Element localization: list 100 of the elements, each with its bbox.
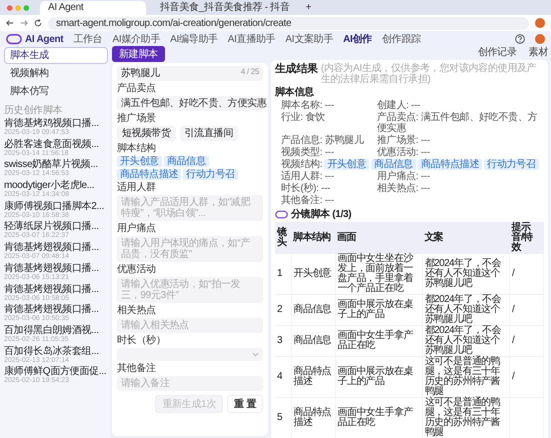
field-label: 适用人群	[117, 182, 157, 193]
table-cell: 画面中展示放在桌子上的产品	[335, 294, 422, 326]
name-field[interactable]: 苏鸭腿儿 4 / 25	[117, 66, 263, 81]
reload-icon[interactable]	[34, 19, 42, 27]
nav-tab[interactable]: 创作跟踪	[382, 34, 421, 44]
table-cell: 画面中女生手拿产品正在吃	[335, 326, 422, 356]
help-icon[interactable]	[515, 34, 525, 44]
history-title[interactable]: swisse奶酪草片视频...	[4, 159, 108, 170]
info-field: 时长(秒): ---	[275, 183, 369, 194]
scene-option[interactable]: 引流直播间	[180, 126, 238, 141]
profile-avatar[interactable]	[535, 18, 545, 28]
info-field: 视频类型: ---	[275, 147, 369, 158]
toolbar-link[interactable]: 创作记录	[478, 47, 517, 58]
structure-tag: 行动力号召	[484, 159, 539, 170]
scene-option[interactable]: 短视频带货	[117, 126, 176, 141]
new-tab-button[interactable]: +	[304, 2, 314, 13]
logo-icon	[6, 34, 22, 44]
column-header: 提示音/特效	[510, 222, 544, 254]
table-cell: 开头创意	[291, 254, 335, 294]
reset-button[interactable]: 重 置	[227, 395, 263, 413]
info-field: 用户痛点: ---	[371, 171, 544, 182]
nav-tab[interactable]: AI直播助手	[228, 34, 276, 44]
disclaimer-note: (内容为AI生成，仅供参考，您对该内容的使用及产生的法律后果需自行承担)	[320, 63, 538, 85]
table-cell: 都2024年了，不会还有人不知道这个苏鸭腿儿吧	[422, 326, 510, 356]
tag[interactable]: 满五件包邮、好吃不贵、方便实惠	[121, 98, 267, 109]
column-header: 文案	[422, 222, 510, 254]
structure-tag[interactable]: 商品特点描述	[117, 169, 182, 180]
browser-tab[interactable]: 抖音美食_抖音美食推荐 - 抖音	[152, 1, 298, 15]
forward-icon[interactable]	[20, 19, 28, 27]
table-cell: 4	[275, 356, 291, 398]
history-title[interactable]: 肯德基烤翅视频口播...	[4, 304, 108, 316]
info-field: 创建人: ---	[371, 100, 544, 111]
column-header: 画面	[335, 222, 422, 254]
info-field: 适用人群: ---	[275, 171, 369, 182]
result-title: 生成结果	[275, 63, 318, 76]
select-field[interactable]	[117, 348, 263, 361]
history-title[interactable]: moodytiger小老虎le...	[4, 180, 108, 192]
user-avatar[interactable]	[535, 34, 545, 44]
history-title[interactable]: 必胜客速食意面视频...	[4, 138, 108, 150]
table-cell: 1	[275, 254, 291, 294]
table-cell: 这可不是普通的鸭腿，这是有三十年历史的苏州特产酱鸭腿	[422, 356, 510, 398]
info-field: 产品卖点: 满五件包邮、好吃不贵、方便实惠	[371, 112, 544, 134]
sidebar-item[interactable]: 脚本生成	[4, 47, 108, 64]
toolbar-link[interactable]: 素材	[528, 47, 548, 58]
table-cell: /	[510, 326, 544, 356]
history-title[interactable]: 康师傅视频口播脚本2...	[4, 200, 108, 212]
field-label: 产品卖点	[117, 83, 157, 94]
table-cell: 画面中女生坐在沙发上，面前放着一盘产品，手里拿着一个产品正在吃	[335, 254, 422, 294]
history-title[interactable]: 肯德基烤鸡视频口播...	[4, 118, 108, 129]
storyboard-icon	[275, 210, 288, 219]
structure-tag: 开头创意	[324, 159, 370, 170]
history-title[interactable]: 肯德基烤翅视频口播...	[4, 262, 108, 274]
new-script-button[interactable]: 新建脚本	[112, 46, 165, 62]
nav-tab[interactable]: AI编导助手	[170, 34, 218, 44]
back-icon[interactable]	[6, 19, 14, 27]
field-label: 用户痛点	[117, 223, 157, 234]
history-title[interactable]: 肯德基烤翅视频口播...	[4, 284, 108, 294]
field-label: 相关热点	[117, 305, 157, 316]
nav-tab[interactable]: AI媒介助手	[112, 34, 160, 44]
sidebar-item[interactable]: 脚本仿写	[4, 83, 108, 100]
info-field: 其他备注: ---	[275, 195, 369, 206]
field-label: 时长（秒）	[117, 335, 167, 346]
table-cell: 3	[275, 326, 291, 356]
window-controls-icon[interactable]	[6, 4, 30, 12]
table-cell: 2	[275, 294, 291, 326]
info-field: 相关热点: ---	[371, 183, 544, 194]
structure-tag[interactable]: 开头创意	[117, 156, 162, 167]
structure-tag[interactable]: 商品信息	[164, 156, 209, 167]
info-field: 行业: 食饮	[275, 112, 369, 134]
history-title[interactable]: 康师傅鲜Q面方便面促...	[4, 366, 108, 378]
table-cell: 都2024年了，不会还有人不知道这个苏鸭腿儿吧	[422, 254, 510, 294]
structure-tag[interactable]: 行动力号召	[183, 169, 238, 180]
nav-tab[interactable]: 工作台	[73, 34, 102, 44]
info-field: 优惠活动: ---	[371, 147, 544, 158]
history-title[interactable]: 百加得黑白朗姆酒视...	[4, 324, 108, 336]
browser-tab[interactable]: AI Agent	[40, 1, 146, 15]
history-heading: 历史创作脚本	[4, 105, 64, 116]
field-label: 推广场景	[117, 113, 157, 124]
history-title[interactable]: 百加得长岛冰茶套组...	[4, 346, 108, 357]
table-cell: /	[510, 254, 544, 294]
nav-tab[interactable]: AI文案助手	[285, 34, 334, 44]
sidebar-item[interactable]: 视频解构	[4, 65, 108, 82]
nav-tab[interactable]: AI创作	[343, 34, 372, 44]
table-cell: 商品信息	[291, 294, 335, 326]
history-title[interactable]: 肯德基烤翅视频口播...	[4, 242, 108, 254]
info-field: 推广场景: ---	[371, 135, 544, 146]
structure-tag: 商品特点描述	[418, 159, 482, 170]
section-title: 分镜脚本 (1/3)	[291, 209, 352, 220]
info-field: 脚本名称: ---	[275, 100, 369, 111]
table-cell: 商品信息	[291, 326, 335, 356]
field-label: 其他备注	[117, 363, 157, 374]
structure-tag: 商品信息	[371, 159, 416, 170]
address-bar[interactable]: smart-agent.moligroup.com/ai-creation/generation/create	[48, 16, 529, 30]
table-cell: 这可不是普通的鸭腿，这是有三十年历史的苏州特产酱鸭腿	[422, 398, 510, 438]
brand-name: AI Agent	[25, 34, 64, 44]
table-cell: /	[510, 356, 544, 398]
table-cell: 都2024年了，不会还有人不知道这个苏鸭腿儿吧	[422, 294, 510, 326]
table-cell: /	[510, 294, 544, 326]
table-cell: 5	[275, 398, 291, 438]
history-title[interactable]: 轻薄纸尿片视频口播...	[4, 221, 108, 232]
